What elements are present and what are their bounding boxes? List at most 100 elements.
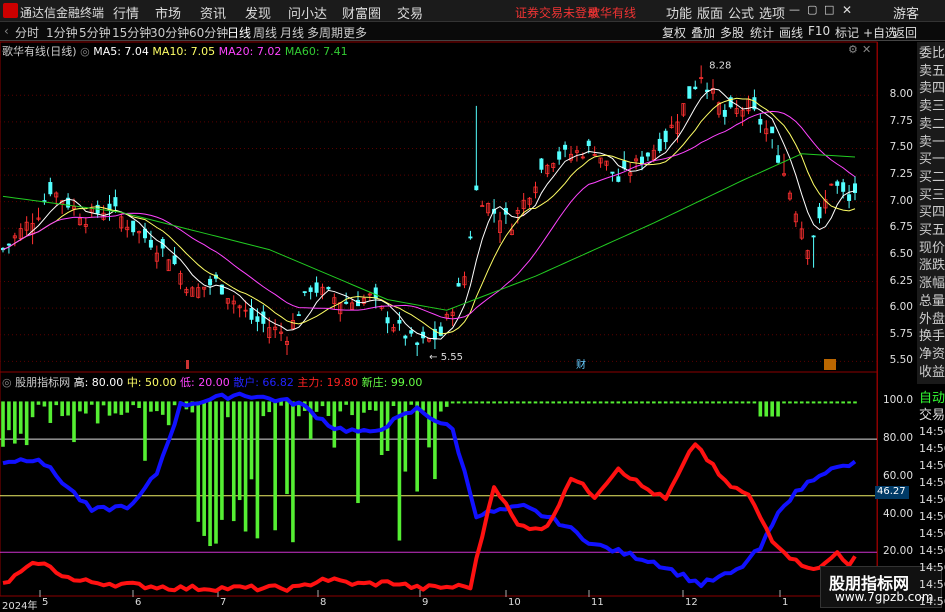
candle-up: [805, 250, 810, 259]
candle-up: [72, 206, 77, 210]
indicator-menu-icon[interactable]: ◎: [2, 376, 12, 389]
quote-label[interactable]: 收益: [919, 365, 945, 381]
quote-label[interactable]: 涨幅: [919, 276, 945, 292]
panel-menu-icon[interactable]: ◎: [80, 45, 90, 58]
menu-item-shichang[interactable]: 市场: [155, 3, 181, 22]
btn-f10[interactable]: F10: [808, 24, 830, 38]
tf-monthly[interactable]: 月线: [280, 24, 304, 41]
btn-biaoji[interactable]: 标记: [835, 24, 859, 41]
tf-fenshi[interactable]: 分时: [15, 24, 39, 41]
menu-item-caifuquan[interactable]: 财富圈: [342, 3, 381, 22]
stock-name-link[interactable]: 歌华有线: [588, 4, 636, 21]
btn-fuquan[interactable]: 复权: [662, 24, 686, 41]
candle-down: [142, 228, 147, 239]
quote-label[interactable]: 买三: [919, 188, 945, 204]
login-warning[interactable]: 证券交易未登录: [515, 4, 599, 21]
xinzhuang-bar: [823, 401, 828, 404]
menu-item-zixun[interactable]: 资讯: [200, 3, 226, 22]
menu-banmian[interactable]: 版面: [697, 3, 723, 22]
quote-side-panel: 委比卖五 卖四卖三卖二卖一 买一买二买三 买四买五现价 涨跌涨幅总量外盘 换手净资收益: [917, 42, 945, 384]
close-icon[interactable]: ✕: [842, 3, 852, 17]
candle-up: [12, 235, 17, 239]
candle-up: [669, 124, 674, 128]
xinzhuang-bar: [421, 401, 425, 411]
xinzhuang-bar: [220, 401, 224, 520]
tf-30min[interactable]: 30分钟: [150, 24, 189, 41]
quote-label[interactable]: 买二: [919, 170, 945, 186]
menu-xuanxiang[interactable]: 选项: [759, 3, 785, 22]
xinzhuang-bar: [143, 401, 147, 461]
menu-item-hangqing[interactable]: 行情: [113, 3, 139, 22]
menu-item-wenxiaoda[interactable]: 问小达: [288, 3, 327, 22]
candle-down: [645, 152, 650, 157]
candle-up: [515, 209, 520, 214]
tick-time: 14:56: [919, 459, 945, 472]
quote-label[interactable]: 总量: [919, 294, 945, 310]
xinzhuang-bar: [847, 401, 851, 404]
settings-gear-icon[interactable]: ⚙: [848, 43, 858, 56]
btn-fanhui[interactable]: 返回: [893, 24, 917, 41]
candle-down: [610, 171, 615, 174]
period-toolbar: ‹ 分时 1分钟 5分钟 15分钟 30分钟 60分钟 日线 周线 月线 多周期…: [0, 22, 945, 41]
price-tick: 6.50: [889, 247, 913, 260]
quote-label[interactable]: 净资: [919, 347, 945, 363]
maximize-icon[interactable]: □: [824, 3, 834, 16]
candle-up: [823, 199, 828, 209]
tf-1min[interactable]: 1分钟: [46, 24, 78, 41]
btn-duogu[interactable]: 多股: [720, 24, 744, 41]
quote-label[interactable]: 卖一: [919, 135, 945, 151]
xinzhuang-bar: [468, 401, 473, 404]
quote-label[interactable]: 委比: [919, 46, 945, 62]
quote-label[interactable]: 买五: [919, 223, 945, 239]
tf-15min[interactable]: 15分钟: [112, 24, 151, 41]
candle-up: [89, 207, 94, 213]
xinzhuang-bar: [705, 401, 709, 404]
quote-label[interactable]: 涨跌: [919, 258, 945, 274]
xinzhuang-bar: [255, 401, 260, 539]
candle-up: [799, 228, 804, 239]
tf-more[interactable]: 更多: [343, 24, 367, 41]
kline-frame: [0, 41, 878, 373]
quote-label[interactable]: 外盘: [919, 312, 945, 328]
quote-label[interactable]: 卖三: [919, 99, 945, 115]
ma10-line: [2, 97, 856, 335]
menu-gongneng[interactable]: 功能: [666, 3, 692, 22]
ma10-value: MA10: 7.05: [152, 45, 216, 58]
btn-tongji[interactable]: 统计: [750, 24, 774, 41]
quote-label[interactable]: 买一: [919, 152, 945, 168]
candle-up: [231, 300, 236, 305]
panel-close-icon[interactable]: ✕: [862, 43, 871, 56]
btn-huaxian[interactable]: 画线: [779, 24, 803, 41]
tf-multi[interactable]: 多周期: [307, 24, 343, 41]
quote-label[interactable]: 卖四: [919, 81, 945, 97]
candle-down: [409, 330, 414, 334]
menu-item-jiaoyi[interactable]: 交易: [397, 3, 423, 22]
tf-5min[interactable]: 5分钟: [79, 24, 111, 41]
quote-label[interactable]: 换手: [919, 329, 945, 345]
minimize-icon[interactable]: —: [789, 3, 800, 16]
price-axis: 8.00 7.75 7.50 7.25 7.00 6.75 6.50 6.25 6.00 5.75…: [877, 42, 917, 600]
tf-60min[interactable]: 60分钟: [189, 24, 228, 41]
candle-down: [66, 197, 71, 208]
tf-daily[interactable]: 日线: [227, 24, 251, 41]
candle-up: [551, 163, 556, 168]
menu-item-faxian[interactable]: 发现: [245, 3, 271, 22]
btn-zixuan[interactable]: +自选: [863, 24, 897, 41]
btn-diejia[interactable]: 叠加: [691, 24, 715, 41]
prev-arrow-icon[interactable]: ‹: [4, 24, 9, 38]
xinzhuang-bar: [646, 401, 650, 404]
quote-label[interactable]: 买四: [919, 205, 945, 221]
restore-icon[interactable]: ▢: [807, 3, 817, 16]
guest-label[interactable]: 游客: [893, 3, 919, 22]
quote-label[interactable]: 卖二: [919, 117, 945, 133]
candle-up: [284, 341, 289, 345]
trade-label[interactable]: 交易: [919, 404, 945, 423]
xinzhuang-bar: [184, 401, 189, 410]
candle-up: [574, 150, 579, 153]
quote-label[interactable]: 卖五: [919, 64, 945, 80]
tf-weekly[interactable]: 周线: [253, 24, 277, 41]
xinzhuang-bar: [486, 401, 490, 404]
quote-label[interactable]: 现价: [919, 241, 945, 257]
xinzhuang-bar: [711, 401, 715, 404]
menu-gongshi[interactable]: 公式: [728, 3, 754, 22]
